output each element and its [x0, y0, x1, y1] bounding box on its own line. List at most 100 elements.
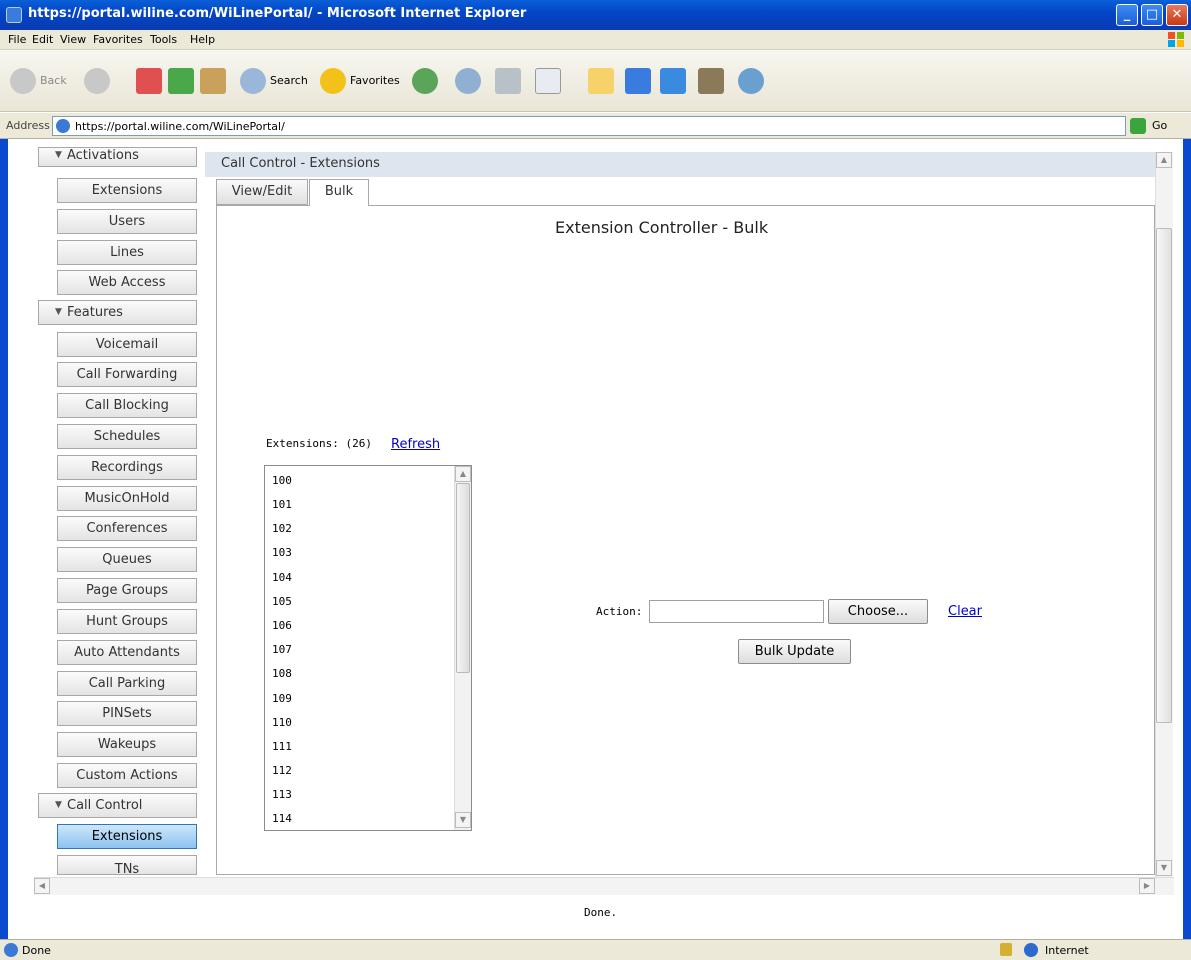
- list-item[interactable]: 106: [272, 619, 292, 632]
- messenger-icon[interactable]: [625, 68, 651, 94]
- menu-tools[interactable]: Tools: [150, 33, 177, 46]
- scroll-up-icon[interactable]: ▲: [455, 466, 471, 482]
- menu-favorites[interactable]: Favorites: [93, 33, 143, 46]
- word-icon[interactable]: [535, 68, 561, 94]
- home-icon[interactable]: [200, 68, 226, 94]
- scroll-thumb[interactable]: [1156, 228, 1172, 723]
- menu-help[interactable]: Help: [190, 33, 215, 46]
- sidebar-item-wakeups[interactable]: Wakeups: [57, 732, 197, 757]
- list-item[interactable]: 103: [272, 546, 292, 559]
- sidebar-item-pinsets[interactable]: PINSets: [57, 701, 197, 726]
- forward-arrow-icon[interactable]: [84, 68, 110, 94]
- sidebar-item-lines[interactable]: Lines: [57, 240, 197, 265]
- bulk-update-button[interactable]: Bulk Update: [738, 639, 851, 664]
- refresh-icon[interactable]: [168, 68, 194, 94]
- sidebar-item-schedules[interactable]: Schedules: [57, 424, 197, 449]
- note-icon[interactable]: [588, 68, 614, 94]
- sidebar-section-features[interactable]: ▼ Features: [38, 300, 197, 325]
- menu-edit[interactable]: Edit: [32, 33, 53, 46]
- scroll-up-icon[interactable]: ▲: [1156, 152, 1172, 168]
- section-label: Activations: [67, 148, 139, 163]
- choose-button[interactable]: Choose...: [828, 599, 928, 624]
- address-url: https://portal.wiline.com/WiLinePortal/: [75, 120, 285, 133]
- page-horizontal-scrollbar[interactable]: ◀ ▶: [34, 877, 1174, 895]
- sidebar-item-extensions[interactable]: Extensions: [57, 178, 197, 203]
- stop-icon[interactable]: [136, 68, 162, 94]
- sidebar-item-call-blocking[interactable]: Call Blocking: [57, 393, 197, 418]
- section-label: Features: [67, 305, 123, 320]
- favorites-button[interactable]: Favorites: [350, 74, 400, 87]
- sidebar-item-call-control-extensions[interactable]: Extensions: [57, 824, 197, 849]
- back-button[interactable]: Back: [40, 74, 67, 87]
- sidebar-section-call-control[interactable]: ▼ Call Control: [38, 793, 197, 818]
- sidebar-item-queues[interactable]: Queues: [57, 547, 197, 572]
- lock-icon: [1000, 943, 1012, 956]
- sidebar-item-users[interactable]: Users: [57, 209, 197, 234]
- page-icon: [56, 119, 70, 133]
- list-item[interactable]: 105: [272, 595, 292, 608]
- list-item[interactable]: 100: [272, 474, 292, 487]
- action-label: Action:: [596, 605, 643, 618]
- clear-link[interactable]: Clear: [948, 604, 982, 619]
- favorites-star-icon[interactable]: [320, 68, 346, 94]
- search-button[interactable]: Search: [270, 74, 308, 87]
- list-item[interactable]: 104: [272, 571, 292, 584]
- sidebar-item-call-forwarding[interactable]: Call Forwarding: [57, 362, 197, 387]
- address-input[interactable]: https://portal.wiline.com/WiLinePortal/: [52, 116, 1126, 136]
- history-icon[interactable]: [412, 68, 438, 94]
- sidebar-item-hunt-groups[interactable]: Hunt Groups: [57, 609, 197, 634]
- menu-bar: File Edit View Favorites Tools Help: [0, 30, 1191, 50]
- page-title: Extension Controller - Bulk: [555, 218, 769, 237]
- sidebar-section-activations[interactable]: ▼ Activations: [38, 147, 197, 167]
- list-item[interactable]: 114: [272, 812, 292, 825]
- sidebar-item-recordings[interactable]: Recordings: [57, 455, 197, 480]
- maximize-icon[interactable]: □: [1141, 4, 1163, 26]
- menu-view[interactable]: View: [60, 33, 86, 46]
- sidebar-item-tns[interactable]: TNs: [57, 855, 197, 875]
- users-icon[interactable]: [738, 68, 764, 94]
- list-item[interactable]: 112: [272, 764, 292, 777]
- list-item[interactable]: 102: [272, 522, 292, 535]
- go-button[interactable]: Go: [1130, 117, 1188, 135]
- sidebar-item-page-groups[interactable]: Page Groups: [57, 578, 197, 603]
- extensions-list[interactable]: 100 101 102 103 104 105 106 107 108 109 …: [264, 465, 472, 831]
- tab-view-edit[interactable]: View/Edit: [216, 179, 308, 205]
- sidebar-item-auto-attendants[interactable]: Auto Attendants: [57, 640, 197, 665]
- list-item[interactable]: 113: [272, 788, 292, 801]
- sidebar-item-music-on-hold[interactable]: MusicOnHold: [57, 486, 197, 511]
- scroll-thumb[interactable]: [456, 483, 470, 673]
- list-item[interactable]: 109: [272, 692, 292, 705]
- go-label: Go: [1152, 119, 1168, 132]
- scroll-down-icon[interactable]: ▼: [1156, 860, 1172, 876]
- sidebar-item-voicemail[interactable]: Voicemail: [57, 332, 197, 357]
- panel-title: Call Control - Extensions: [221, 156, 380, 171]
- sidebar-item-conferences[interactable]: Conferences: [57, 516, 197, 541]
- action-field[interactable]: [649, 600, 824, 623]
- research-icon[interactable]: [660, 68, 686, 94]
- print-icon[interactable]: [495, 68, 521, 94]
- collapse-triangle-icon: ▼: [55, 150, 62, 160]
- sidebar-item-call-parking[interactable]: Call Parking: [57, 671, 197, 696]
- scroll-down-icon[interactable]: ▼: [455, 812, 471, 828]
- scroll-right-icon[interactable]: ▶: [1139, 878, 1155, 894]
- security-zone: Internet: [1045, 944, 1089, 957]
- scroll-left-icon[interactable]: ◀: [34, 878, 50, 894]
- menu-file[interactable]: File: [8, 33, 26, 46]
- back-arrow-icon[interactable]: [10, 68, 36, 94]
- list-item[interactable]: 108: [272, 667, 292, 680]
- close-icon[interactable]: ✕: [1166, 4, 1188, 26]
- sidebar-item-custom-actions[interactable]: Custom Actions: [57, 763, 197, 788]
- tools-icon[interactable]: [698, 68, 724, 94]
- list-item[interactable]: 101: [272, 498, 292, 511]
- refresh-link[interactable]: Refresh: [391, 437, 440, 452]
- done-message: Done.: [584, 906, 618, 919]
- minimize-icon[interactable]: _: [1116, 4, 1138, 26]
- sidebar-item-web-access[interactable]: Web Access: [57, 270, 197, 295]
- list-scrollbar[interactable]: ▲ ▼: [454, 466, 471, 830]
- list-item[interactable]: 107: [272, 643, 292, 656]
- search-icon[interactable]: [240, 68, 266, 94]
- tab-bulk[interactable]: Bulk: [309, 179, 369, 206]
- list-item[interactable]: 111: [272, 740, 292, 753]
- mail-icon[interactable]: [455, 68, 481, 94]
- list-item[interactable]: 110: [272, 716, 292, 729]
